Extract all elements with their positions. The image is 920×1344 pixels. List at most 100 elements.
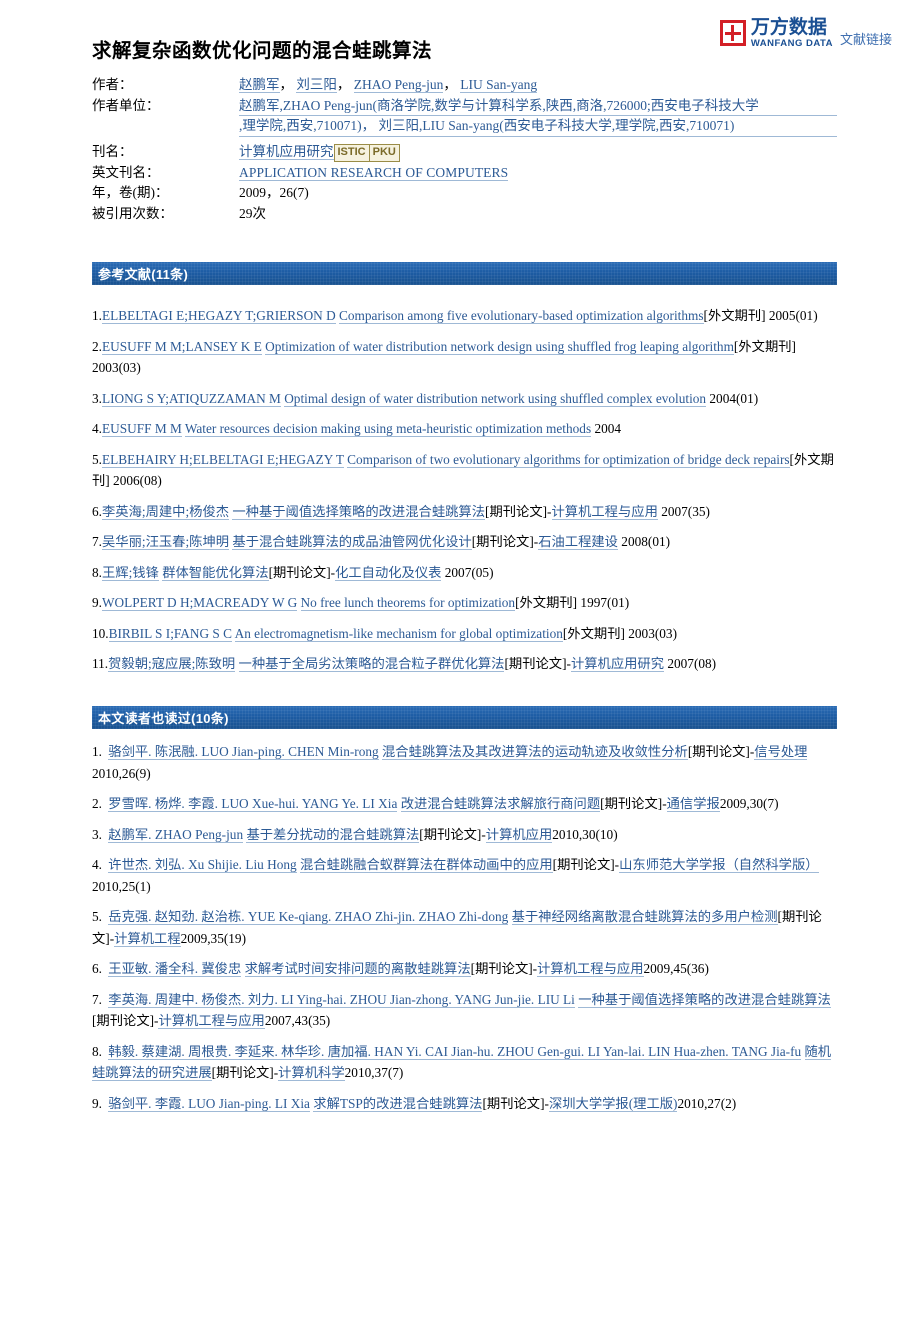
- citation-item: 6. 王亚敏. 潘全科. 冀俊忠 求解考试时间安排问题的离散蛙跳算法[期刊论文]…: [92, 958, 842, 980]
- citation-journal-link[interactable]: 计算机工程与应用: [551, 503, 658, 520]
- citation-authors-link[interactable]: BIRBIL S I;FANG S C: [108, 625, 233, 642]
- citation-title-link[interactable]: Optimal design of water distribution net…: [284, 390, 707, 407]
- citation-journal-link[interactable]: 计算机应用研究: [570, 656, 665, 673]
- author-link[interactable]: 刘三阳: [296, 77, 337, 93]
- document-link-label[interactable]: 文献链接: [840, 29, 892, 49]
- citation-number: 2.: [92, 796, 106, 812]
- citation-type: [期刊论文]-: [471, 534, 539, 550]
- affiliation-line-1[interactable]: 赵鹏军,ZHAO Peng-jun(商洛学院,数学与计算科学系,陕西,商洛,72…: [239, 96, 837, 117]
- citation-authors-link[interactable]: 骆剑平. 陈泯融. LUO Jian-ping. CHEN Min-rong: [108, 744, 379, 760]
- citation-title-link[interactable]: 基于差分扰动的混合蛙跳算法: [246, 826, 420, 843]
- author-link[interactable]: 赵鹏军: [239, 77, 280, 93]
- citation-title-link[interactable]: No free lunch theorems for optimization: [300, 595, 516, 612]
- page-title: 求解复杂函数优化问题的混合蛙跳算法: [92, 41, 433, 62]
- citation-authors-link[interactable]: 吴华丽;汪玉春;陈坤明: [101, 534, 230, 551]
- citation-authors-link[interactable]: LIONG S Y;ATIQUZZAMAN M: [101, 390, 281, 407]
- citation-title-link[interactable]: An electromagnetism-like mechanism for g…: [234, 625, 563, 642]
- citation-year: 2007,43(35): [264, 1013, 331, 1029]
- citation-authors-link[interactable]: 罗雪晖. 杨烨. 李霞. LUO Xue-hui. YANG Ye. LI Xi…: [108, 796, 398, 813]
- citation-journal-link[interactable]: 山东师范大学学报（自然科学版）: [619, 857, 819, 874]
- metadata-row-journal-en: 英文刊名： APPLICATION RESEARCH OF COMPUTERS: [92, 163, 837, 183]
- citation-authors-link[interactable]: EUSUFF M M;LANSEY K E: [101, 338, 262, 355]
- citation-journal-link[interactable]: 化工自动化及仪表: [335, 564, 442, 581]
- citation-title-link[interactable]: Comparison of two evolutionary algorithm…: [347, 451, 790, 468]
- citation-year: 2007(08): [664, 656, 717, 672]
- author-link[interactable]: LIU San-yang: [460, 77, 538, 93]
- citation-journal-link[interactable]: 计算机科学: [278, 1065, 345, 1082]
- citation-number: 5.: [92, 909, 106, 925]
- metadata-row-affiliation: 作者单位： 赵鹏军,ZHAO Peng-jun(商洛学院,数学与计算科学系,陕西…: [92, 96, 837, 137]
- citation-item: 8. 韩毅. 蔡建湖. 周根贵. 李延来. 林华珍. 唐加福. HAN Yi. …: [92, 1041, 842, 1084]
- citation-type: [外文期刊]: [733, 338, 796, 354]
- citation-type: [期刊论文]-: [482, 1095, 549, 1111]
- wanfang-square-icon: [719, 20, 746, 47]
- citation-number: 8.: [92, 1043, 106, 1059]
- affiliation-line-2[interactable]: ,理学院,西安,710071)， 刘三阳,LIU San-yang(西安电子科技…: [239, 116, 837, 137]
- journal-en-label: 英文刊名：: [92, 164, 160, 180]
- citation-journal-link[interactable]: 计算机工程与应用: [537, 961, 644, 978]
- citation-journal-link[interactable]: 计算机工程与应用: [158, 1013, 265, 1030]
- citation-journal-link[interactable]: 计算机工程: [114, 930, 181, 947]
- citation-journal-link[interactable]: 计算机应用: [485, 826, 553, 843]
- citation-title-link[interactable]: 求解考试时间安排问题的离散蛙跳算法: [244, 961, 471, 978]
- citation-type: [期刊论文]-: [470, 961, 538, 977]
- journal-link[interactable]: 计算机应用研究: [239, 143, 334, 160]
- citation-authors-link[interactable]: 王亚敏. 潘全科. 冀俊忠: [108, 961, 242, 978]
- citation-journal-link[interactable]: 石油工程建设: [538, 534, 618, 551]
- citation-number: 1.: [92, 308, 102, 323]
- citation-year: 2004: [591, 421, 622, 437]
- citation-title-link[interactable]: 改进混合蛙跳算法求解旅行商问题: [400, 796, 601, 813]
- citation-authors-link[interactable]: 许世杰. 刘弘. Xu Shijie. Liu Hong: [108, 857, 297, 874]
- citation-item: 3.LIONG S Y;ATIQUZZAMAN M Optimal design…: [92, 388, 842, 410]
- citation-authors-link[interactable]: 韩毅. 蔡建湖. 周根贵. 李延来. 林华珍. 唐加福. HAN Yi. CAI…: [108, 1043, 802, 1060]
- citation-title-link[interactable]: 求解TSP的改进混合蛙跳算法: [313, 1095, 483, 1112]
- citation-title-link[interactable]: 一种基于阈值选择策略的改进混合蛙跳算法: [578, 991, 831, 1008]
- citation-item: 9. 骆剑平. 李霞. LUO Jian-ping. LI Xia 求解TSP的…: [92, 1093, 842, 1115]
- citation-number: 10.: [92, 625, 109, 641]
- citation-year: 2010,25(1): [92, 878, 151, 894]
- citation-authors-link[interactable]: WOLPERT D H;MACREADY W G: [101, 595, 298, 612]
- also-read-section-header: 本文读者也读过(10条): [92, 706, 837, 729]
- citation-journal-link[interactable]: 通信学报: [666, 796, 720, 813]
- affiliation-value: 赵鹏军,ZHAO Peng-jun(商洛学院,数学与计算科学系,陕西,商洛,72…: [239, 96, 837, 137]
- citation-title-link[interactable]: 基于混合蛙跳算法的成品油管网优化设计: [232, 534, 472, 551]
- citation-authors-link[interactable]: EUSUFF M M: [101, 421, 182, 438]
- citation-year: 2010,26(9): [92, 765, 151, 781]
- citation-type: [外文期刊]: [703, 308, 766, 323]
- metadata-row-authors: 作者： 赵鹏军， 刘三阳， ZHAO Peng-jun， LIU San-yan…: [92, 75, 837, 95]
- citation-title-link[interactable]: 基于神经网络离散混合蛙跳算法的多用户检测: [511, 909, 778, 926]
- citation-year: 2005(01): [765, 308, 818, 323]
- citation-authors-link[interactable]: 赵鹏军. ZHAO Peng-jun: [108, 826, 244, 843]
- citation-title-link[interactable]: 一种基于全局劣汰策略的混合粒子群优化算法: [238, 656, 505, 673]
- citation-year: 2008(01): [617, 534, 671, 550]
- citation-number: 4.: [92, 857, 106, 873]
- citation-type: [期刊论文]-: [504, 656, 571, 672]
- citation-journal-link[interactable]: 信号处理: [754, 744, 808, 760]
- citation-title-link[interactable]: 混合蛙跳算法及其改进算法的运动轨迹及收敛性分析: [381, 744, 688, 760]
- citation-item: 3. 赵鹏军. ZHAO Peng-jun 基于差分扰动的混合蛙跳算法[期刊论文…: [92, 824, 842, 846]
- year-volume-value: 2009，26(7): [239, 185, 309, 201]
- citation-authors-link[interactable]: 李英海;周建中;杨俊杰: [101, 503, 230, 520]
- metadata-block: 作者： 赵鹏军， 刘三阳， ZHAO Peng-jun， LIU San-yan…: [92, 75, 837, 224]
- citation-number: 11.: [92, 656, 109, 672]
- citation-authors-link[interactable]: 李英海. 周建中. 杨俊杰. 刘力. LI Ying-hai. ZHOU Jia…: [108, 991, 575, 1008]
- author-link[interactable]: ZHAO Peng-jun: [353, 77, 444, 93]
- journal-en-link[interactable]: APPLICATION RESEARCH OF COMPUTERS: [239, 164, 509, 181]
- citation-authors-link[interactable]: 贺毅朝;寇应展;陈致明: [108, 656, 236, 673]
- journal-en-value: APPLICATION RESEARCH OF COMPUTERS: [239, 163, 837, 183]
- citation-title-link[interactable]: Comparison among five evolutionary-based…: [339, 308, 704, 324]
- journal-value: 计算机应用研究 ISTIC PKU: [239, 142, 837, 162]
- citation-authors-link[interactable]: ELBEHAIRY H;ELBELTAGI E;HEGAZY T: [101, 451, 344, 468]
- citation-authors-link[interactable]: 骆剑平. 李霞. LUO Jian-ping. LI Xia: [108, 1095, 310, 1112]
- citation-title-link[interactable]: Water resources decision making using me…: [184, 421, 592, 438]
- citation-authors-link[interactable]: 岳克强. 赵知劲. 赵治栋. YUE Ke-qiang. ZHAO Zhi-ji…: [108, 909, 509, 926]
- citation-title-link[interactable]: 混合蛙跳融合蚁群算法在群体动画中的应用: [300, 857, 553, 874]
- citation-journal-link[interactable]: 深圳大学学报(理工版): [548, 1095, 678, 1112]
- citation-title-link[interactable]: Optimization of water distribution netwo…: [265, 338, 734, 355]
- citation-authors-link[interactable]: ELBELTAGI E;HEGAZY T;GRIERSON D: [101, 308, 336, 324]
- citation-title-link[interactable]: 群体智能优化算法: [162, 564, 269, 581]
- citation-item: 11.贺毅朝;寇应展;陈致明 一种基于全局劣汰策略的混合粒子群优化算法[期刊论文…: [92, 653, 842, 675]
- citation-authors-link[interactable]: 王辉;钱锋: [101, 564, 159, 581]
- citation-type: [期刊论文]-: [419, 826, 486, 842]
- citation-title-link[interactable]: 一种基于阈值选择策略的改进混合蛙跳算法: [232, 503, 486, 520]
